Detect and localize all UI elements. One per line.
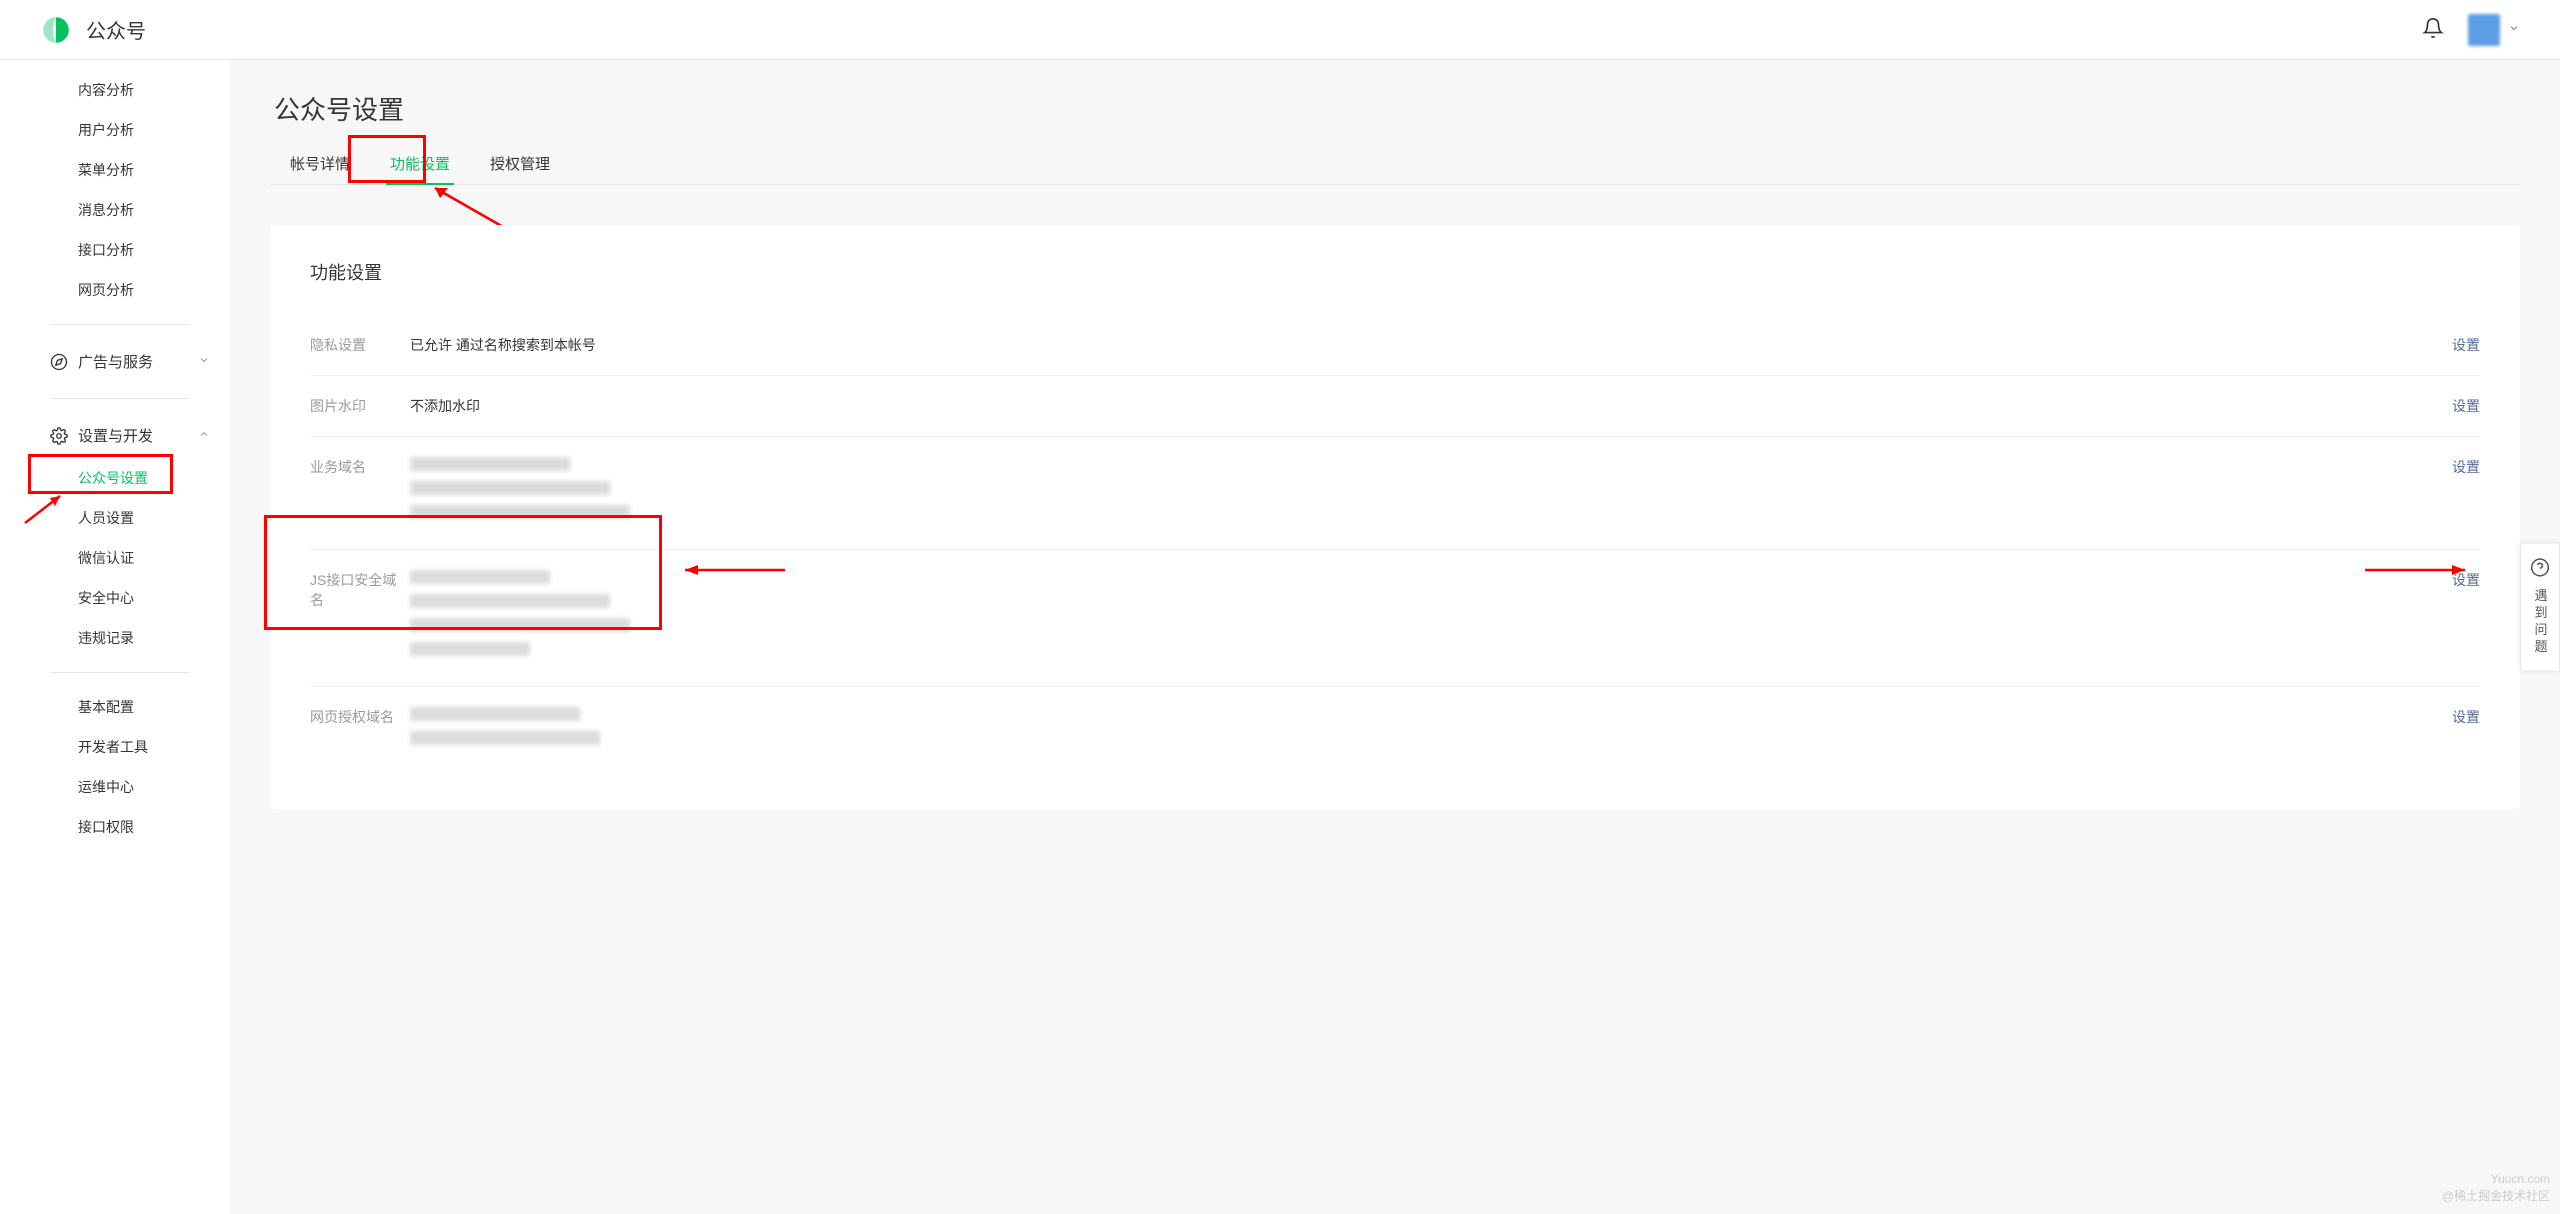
- help-float-panel[interactable]: 遇到问题: [2520, 543, 2560, 672]
- avatar: [2468, 14, 2500, 46]
- header-title: 公众号: [86, 15, 146, 44]
- setting-label: 业务域名: [310, 457, 410, 477]
- question-icon: [2521, 558, 2559, 583]
- sidebar-item-security-center[interactable]: 安全中心: [0, 578, 230, 618]
- sidebar-item-content-analysis[interactable]: 内容分析: [0, 70, 230, 110]
- setting-label: 网页授权域名: [310, 707, 410, 727]
- user-menu[interactable]: [2468, 14, 2520, 46]
- header-left: 公众号: [40, 14, 146, 46]
- setting-action-link[interactable]: 设置: [2452, 457, 2480, 477]
- settings-panel: 功能设置 隐私设置 已允许 通过名称搜索到本帐号 设置 图片水印 不添加水印 设…: [270, 225, 2520, 809]
- sidebar-group-dev[interactable]: 设置与开发: [0, 413, 230, 458]
- setting-row-web-auth: 网页授权域名 设置: [310, 687, 2480, 775]
- sidebar-item-violation-record[interactable]: 违规记录: [0, 618, 230, 658]
- setting-row-js-domain: JS接口安全域名 设置: [310, 550, 2480, 687]
- sidebar-item-api-analysis[interactable]: 接口分析: [0, 230, 230, 270]
- header-right: [2422, 14, 2520, 46]
- sidebar-item-basic-config[interactable]: 基本配置: [0, 687, 230, 727]
- tab-account-details[interactable]: 帐号详情: [270, 143, 370, 184]
- sidebar-item-dev-tools[interactable]: 开发者工具: [0, 727, 230, 767]
- sidebar-item-menu-analysis[interactable]: 菜单分析: [0, 150, 230, 190]
- watermark: Yuucn.com: [2491, 1172, 2550, 1186]
- compass-icon: [50, 353, 68, 371]
- sidebar-item-account-settings[interactable]: 公众号设置: [0, 458, 230, 498]
- tab-auth-manage[interactable]: 授权管理: [470, 143, 570, 184]
- sidebar: 内容分析 用户分析 菜单分析 消息分析 接口分析 网页分析 广告与服务: [0, 60, 230, 1214]
- chevron-down-icon: [2508, 22, 2520, 37]
- chevron-up-icon: [198, 428, 210, 443]
- setting-row-watermark: 图片水印 不添加水印 设置: [310, 376, 2480, 437]
- sidebar-item-api-permission[interactable]: 接口权限: [0, 807, 230, 847]
- setting-action-link[interactable]: 设置: [2452, 570, 2480, 590]
- setting-label: JS接口安全域名: [310, 570, 410, 610]
- panel-title: 功能设置: [310, 259, 2480, 285]
- header: 公众号: [0, 0, 2560, 60]
- main-content: 公众号设置 帐号详情 功能设置 授权管理 功能设置 隐私设置 已允许 通过名称搜…: [230, 60, 2560, 1214]
- setting-value: [410, 457, 2432, 529]
- setting-label: 隐私设置: [310, 335, 410, 355]
- setting-value: 已允许 通过名称搜索到本帐号: [410, 335, 2432, 355]
- setting-action-link[interactable]: 设置: [2452, 707, 2480, 727]
- sidebar-item-staff-settings[interactable]: 人员设置: [0, 498, 230, 538]
- setting-value: [410, 570, 2432, 666]
- setting-action-link[interactable]: 设置: [2452, 396, 2480, 416]
- setting-value: 不添加水印: [410, 396, 2432, 416]
- setting-row-biz-domain: 业务域名 设置: [310, 437, 2480, 550]
- setting-row-privacy: 隐私设置 已允许 通过名称搜索到本帐号 设置: [310, 315, 2480, 376]
- sidebar-group-ads[interactable]: 广告与服务: [0, 339, 230, 384]
- sidebar-item-ops-center[interactable]: 运维中心: [0, 767, 230, 807]
- sidebar-item-message-analysis[interactable]: 消息分析: [0, 190, 230, 230]
- sidebar-item-wechat-verify[interactable]: 微信认证: [0, 538, 230, 578]
- tab-function-settings[interactable]: 功能设置: [370, 143, 470, 184]
- sidebar-item-web-analysis[interactable]: 网页分析: [0, 270, 230, 310]
- setting-action-link[interactable]: 设置: [2452, 335, 2480, 355]
- tabs: 帐号详情 功能设置 授权管理: [270, 143, 2520, 185]
- chevron-down-icon: [198, 354, 210, 369]
- help-text: 遇到问题: [2531, 589, 2550, 657]
- gear-icon: [50, 427, 68, 445]
- watermark: @稀土掘金技术社区: [2442, 1187, 2550, 1204]
- setting-label: 图片水印: [310, 396, 410, 416]
- divider: [50, 398, 190, 399]
- sidebar-item-user-analysis[interactable]: 用户分析: [0, 110, 230, 150]
- page-title: 公众号设置: [274, 90, 2520, 127]
- setting-value: [410, 707, 2432, 755]
- divider: [50, 672, 190, 673]
- divider: [50, 324, 190, 325]
- wechat-logo-icon: [40, 14, 72, 46]
- notification-icon[interactable]: [2422, 17, 2444, 42]
